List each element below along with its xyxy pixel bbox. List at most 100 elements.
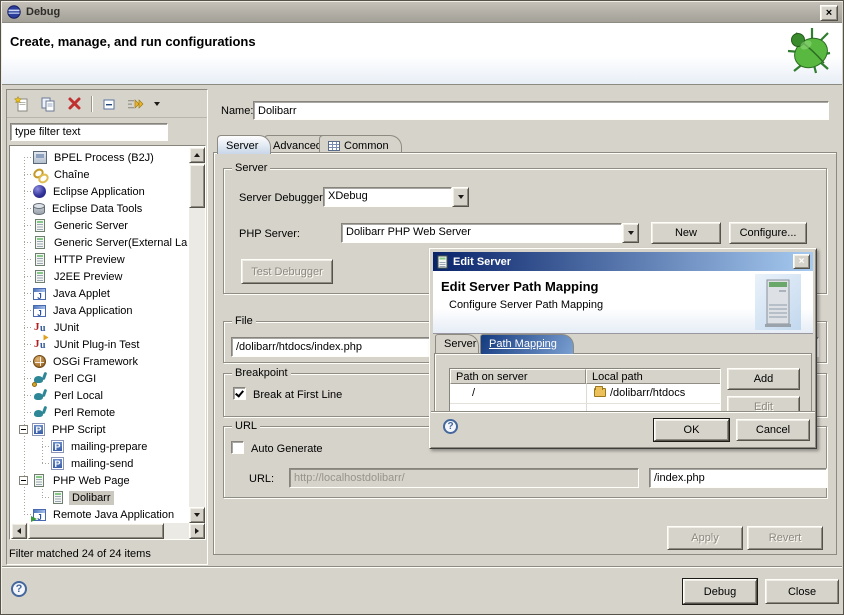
chain-icon: [33, 168, 47, 181]
url-label: URL:: [249, 473, 274, 485]
tree-item-mailing-prepare[interactable]: mailing-prepare: [11, 438, 189, 455]
scroll-down-button[interactable]: [189, 507, 205, 523]
column-divider: [586, 384, 587, 413]
url-path-input[interactable]: [649, 468, 827, 488]
window-titlebar[interactable]: Debug ×: [2, 2, 842, 23]
column-header-local-path[interactable]: Local path: [586, 369, 721, 384]
bpel-process-icon: [33, 151, 47, 164]
junit-plugin-icon: [33, 338, 47, 351]
dialog-titlebar[interactable]: Edit Server ×: [433, 252, 813, 271]
tree-item-dolibarr[interactable]: Dolibarr: [11, 489, 189, 506]
vertical-scroll-thumb[interactable]: [189, 164, 205, 208]
tree-item-java-applet[interactable]: Java Applet: [11, 285, 189, 302]
filter-configurations-button[interactable]: [126, 95, 144, 112]
perl-icon: [33, 389, 47, 402]
collapse-toggle[interactable]: [19, 425, 28, 434]
debug-button[interactable]: Debug: [683, 579, 757, 604]
dialog-tab-path-mapping[interactable]: Path Mapping: [480, 334, 574, 354]
tree-item-mailing-send[interactable]: mailing-send: [11, 455, 189, 472]
tree-item-generic-server[interactable]: Generic Server: [11, 217, 189, 234]
toolbar-menu-chevron-icon[interactable]: [152, 95, 162, 112]
tree-item-junit[interactable]: JUnit: [11, 319, 189, 336]
configurations-panel: BPEL Process (B2J) Chaîne Eclipse Applic…: [6, 89, 208, 565]
eclipse-icon: [7, 5, 21, 19]
delete-configuration-button[interactable]: [65, 95, 83, 112]
server-icon: [53, 491, 63, 504]
remote-java-icon: [33, 509, 46, 521]
auto-generate-label: Auto Generate: [251, 443, 323, 455]
tree-item-perl-remote[interactable]: Perl Remote: [11, 404, 189, 421]
scroll-right-button[interactable]: [189, 523, 205, 539]
window-close-button[interactable]: ×: [820, 5, 838, 21]
tree-item-perl-local[interactable]: Perl Local: [11, 387, 189, 404]
break-first-line-checkbox[interactable]: [233, 387, 246, 400]
tree-item-chaine[interactable]: Chaîne: [11, 166, 189, 183]
scroll-up-button[interactable]: [189, 147, 205, 163]
combo-dropdown-icon[interactable]: [452, 187, 469, 207]
table-cell-local-path[interactable]: /dolibarr/htdocs: [590, 385, 689, 401]
test-debugger-button[interactable]: Test Debugger: [241, 259, 333, 284]
close-button[interactable]: Close: [765, 579, 839, 604]
tree-item-php-web-page[interactable]: PHP Web Page: [11, 472, 189, 489]
tree-item-http-preview[interactable]: HTTP Preview: [11, 251, 189, 268]
server-icon: [437, 255, 448, 269]
path-mapping-table[interactable]: Path on server Local path / /dolibarr/ht…: [449, 368, 721, 414]
server-debugger-combo[interactable]: XDebug: [323, 187, 469, 207]
php-server-combo[interactable]: Dolibarr PHP Web Server: [341, 223, 639, 243]
name-input[interactable]: [253, 101, 829, 120]
new-configuration-button[interactable]: [13, 95, 31, 112]
server-icon: [34, 474, 44, 487]
filter-input[interactable]: [10, 123, 168, 141]
horizontal-scroll-thumb[interactable]: [28, 523, 164, 539]
collapse-toggle[interactable]: [19, 476, 28, 485]
dialog-subheading: Configure Server Path Mapping: [449, 299, 603, 311]
tree-item-bpel-process[interactable]: BPEL Process (B2J): [11, 149, 189, 166]
help-button[interactable]: ?: [11, 581, 27, 597]
configure-server-button[interactable]: Configure...: [729, 222, 807, 244]
dialog-tab-server[interactable]: Server: [435, 334, 479, 354]
dialog-button-bar: ? OK Cancel: [431, 411, 815, 447]
tree-item-java-application[interactable]: Java Application: [11, 302, 189, 319]
tab-common[interactable]: Common: [319, 135, 402, 153]
configuration-tree: BPEL Process (B2J) Chaîne Eclipse Applic…: [9, 145, 206, 540]
cancel-button[interactable]: Cancel: [736, 419, 810, 441]
url-base-input[interactable]: [289, 468, 639, 488]
table-cell-path-on-server[interactable]: /: [468, 385, 479, 401]
column-header-path-on-server[interactable]: Path on server: [450, 369, 586, 384]
tree-item-osgi-framework[interactable]: OSGi Framework: [11, 353, 189, 370]
tree-item-eclipse-data-tools[interactable]: Eclipse Data Tools: [11, 200, 189, 217]
tree-item-j2ee-preview[interactable]: J2EE Preview: [11, 268, 189, 285]
combo-dropdown-icon[interactable]: [622, 223, 639, 243]
toolbar-separator: [91, 96, 92, 112]
tree-item-eclipse-application[interactable]: Eclipse Application: [11, 183, 189, 200]
junit-icon: [33, 321, 47, 334]
tree-item-perl-cgi[interactable]: Perl CGI: [11, 370, 189, 387]
tree-item-generic-server-external[interactable]: Generic Server(External La: [11, 234, 189, 251]
tree-item-php-script[interactable]: PHP Script: [11, 421, 189, 438]
tree-item-junit-plugin-test[interactable]: JUnit Plug-in Test: [11, 336, 189, 353]
dialog-help-button[interactable]: ?: [443, 419, 458, 434]
ok-button[interactable]: OK: [654, 419, 729, 441]
revert-button[interactable]: Revert: [747, 526, 823, 550]
collapse-all-button[interactable]: [100, 95, 118, 112]
dialog-close-button[interactable]: ×: [793, 254, 810, 269]
perl-cgi-icon: [33, 372, 47, 385]
duplicate-configuration-button[interactable]: [39, 95, 57, 112]
server-icon: [35, 219, 45, 232]
row-divider: [450, 403, 720, 404]
java-application-icon: [33, 305, 46, 317]
add-mapping-button[interactable]: Add: [727, 368, 800, 390]
osgi-icon: [33, 355, 46, 368]
name-label: Name:: [221, 105, 253, 117]
tab-server[interactable]: Server: [217, 135, 271, 154]
apply-button[interactable]: Apply: [667, 526, 743, 550]
new-server-button[interactable]: New: [651, 222, 721, 244]
table-icon: [328, 141, 340, 151]
auto-generate-checkbox[interactable]: [231, 441, 244, 454]
dialog-title: Edit Server: [453, 256, 511, 268]
scroll-left-button[interactable]: [11, 523, 27, 539]
tree-rows: BPEL Process (B2J) Chaîne Eclipse Applic…: [11, 147, 189, 523]
php-icon: [51, 440, 64, 453]
tree-item-remote-java-application[interactable]: Remote Java Application: [11, 506, 189, 523]
java-applet-icon: [33, 288, 46, 300]
